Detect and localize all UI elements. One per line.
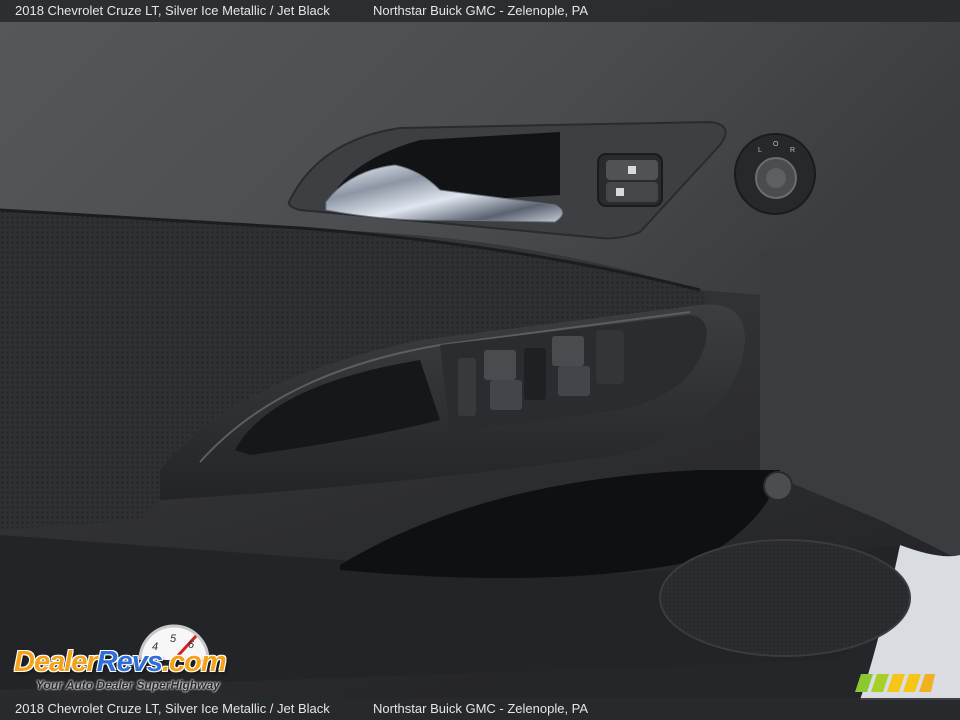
unlock-button[interactable] <box>606 182 658 202</box>
window-switch-rear-right[interactable] <box>558 366 590 396</box>
window-switch-rear-left[interactable] <box>490 380 522 410</box>
svg-text:R: R <box>790 147 795 154</box>
dealer-caption: Northstar Buick GMC - Zelenople, PA <box>373 3 589 18</box>
photo-stage: 2018 Chevrolet Cruze LT, Silver Ice Meta… <box>0 0 960 720</box>
caption-bar-top: 2018 Chevrolet Cruze LT, Silver Ice Meta… <box>0 0 960 22</box>
window-switch-front-right[interactable] <box>552 336 584 366</box>
dealerrevs-logo-text: DealerRevs.com <box>14 646 227 678</box>
trim-screw-cover <box>763 471 793 501</box>
vehicle-caption-bottom: 2018 Chevrolet Cruze LT, Silver Ice Meta… <box>15 701 330 716</box>
svg-text:O: O <box>773 141 779 148</box>
svg-text:L: L <box>758 147 762 154</box>
window-lock-switch[interactable] <box>458 358 476 416</box>
dealer-caption-bottom: Northstar Buick GMC - Zelenople, PA <box>373 701 589 716</box>
dealerrevs-watermark: 4 5 6 DealerRevs.com Your Auto Dealer Su… <box>12 624 272 696</box>
door-panel-photo: L O R <box>0 0 960 720</box>
window-switch-front-left[interactable] <box>484 350 516 380</box>
vehicle-caption: 2018 Chevrolet Cruze LT, Silver Ice Meta… <box>15 3 330 18</box>
dealerrevs-tagline: Your Auto Dealer SuperHighway <box>36 678 220 692</box>
gauge-digit-5: 5 <box>170 633 177 645</box>
stripe-logo-icon <box>855 674 935 692</box>
speaker-grille <box>659 539 911 657</box>
caption-bar-bottom: 2018 Chevrolet Cruze LT, Silver Ice Meta… <box>0 698 960 720</box>
